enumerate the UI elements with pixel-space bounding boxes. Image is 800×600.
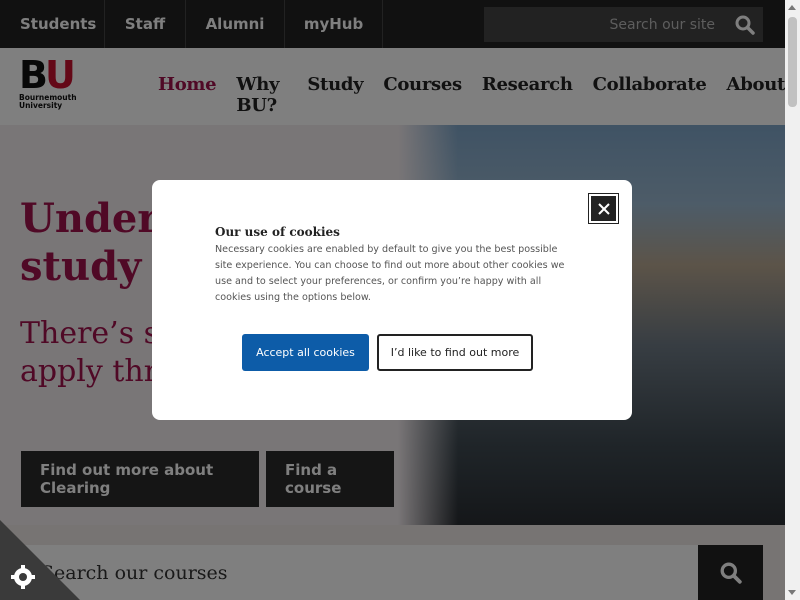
find-out-more-button[interactable]: I’d like to find out more (377, 334, 533, 371)
logo-letter-u: U (44, 53, 76, 97)
logo-wordmark-line2: University (19, 101, 63, 110)
site-search (484, 7, 763, 42)
scroll-thumb[interactable] (788, 17, 797, 107)
logo-wordmark: Bournemouth University (19, 94, 79, 110)
course-search-button[interactable] (698, 545, 763, 600)
nav-collaborate[interactable]: Collaborate (593, 74, 707, 116)
utility-link-students[interactable]: Students (0, 0, 105, 48)
page-scrollbar[interactable] (785, 0, 800, 600)
course-search-input[interactable]: Search our courses (21, 545, 698, 600)
utility-bar: Students Staff Alumni myHub (0, 0, 785, 48)
cookie-modal: Our use of cookies Necessary cookies are… (152, 180, 632, 420)
cookie-modal-body: Necessary cookies are enabled by default… (215, 244, 565, 303)
utility-link-alumni[interactable]: Alumni (186, 0, 285, 48)
site-search-button[interactable] (727, 7, 763, 42)
nav-why-bu[interactable]: Why BU? (236, 74, 287, 116)
search-icon (735, 15, 755, 35)
scroll-down-arrow[interactable] (788, 590, 796, 595)
cookie-modal-title: Our use of cookies (215, 225, 340, 239)
clearing-button[interactable]: Find out more about Clearing (21, 451, 259, 507)
nav-courses[interactable]: Courses (383, 74, 462, 116)
scroll-up-arrow[interactable] (788, 5, 796, 10)
course-search-section: Search our courses (0, 525, 785, 600)
search-icon (720, 562, 742, 584)
nav-about[interactable]: About (727, 74, 786, 116)
nav-study[interactable]: Study (307, 74, 363, 116)
utility-link-myhub[interactable]: myHub (285, 0, 383, 48)
site-header: BU Bournemouth University Home Why BU? S… (0, 48, 785, 125)
nav-research[interactable]: Research (482, 74, 573, 116)
bu-logo[interactable]: BU Bournemouth University (19, 56, 79, 116)
cookie-settings-badge[interactable] (0, 520, 80, 600)
accept-all-cookies-button[interactable]: Accept all cookies (242, 334, 369, 371)
logo-letter-b: B (19, 53, 48, 97)
nav-home[interactable]: Home (158, 74, 217, 116)
find-course-button[interactable]: Find a course (266, 451, 394, 507)
main-nav: Home Why BU? Study Courses Research Coll… (158, 74, 785, 116)
utility-link-staff[interactable]: Staff (105, 0, 186, 48)
close-icon (597, 202, 610, 215)
site-search-input[interactable] (484, 7, 727, 42)
close-modal-button[interactable] (591, 196, 616, 221)
